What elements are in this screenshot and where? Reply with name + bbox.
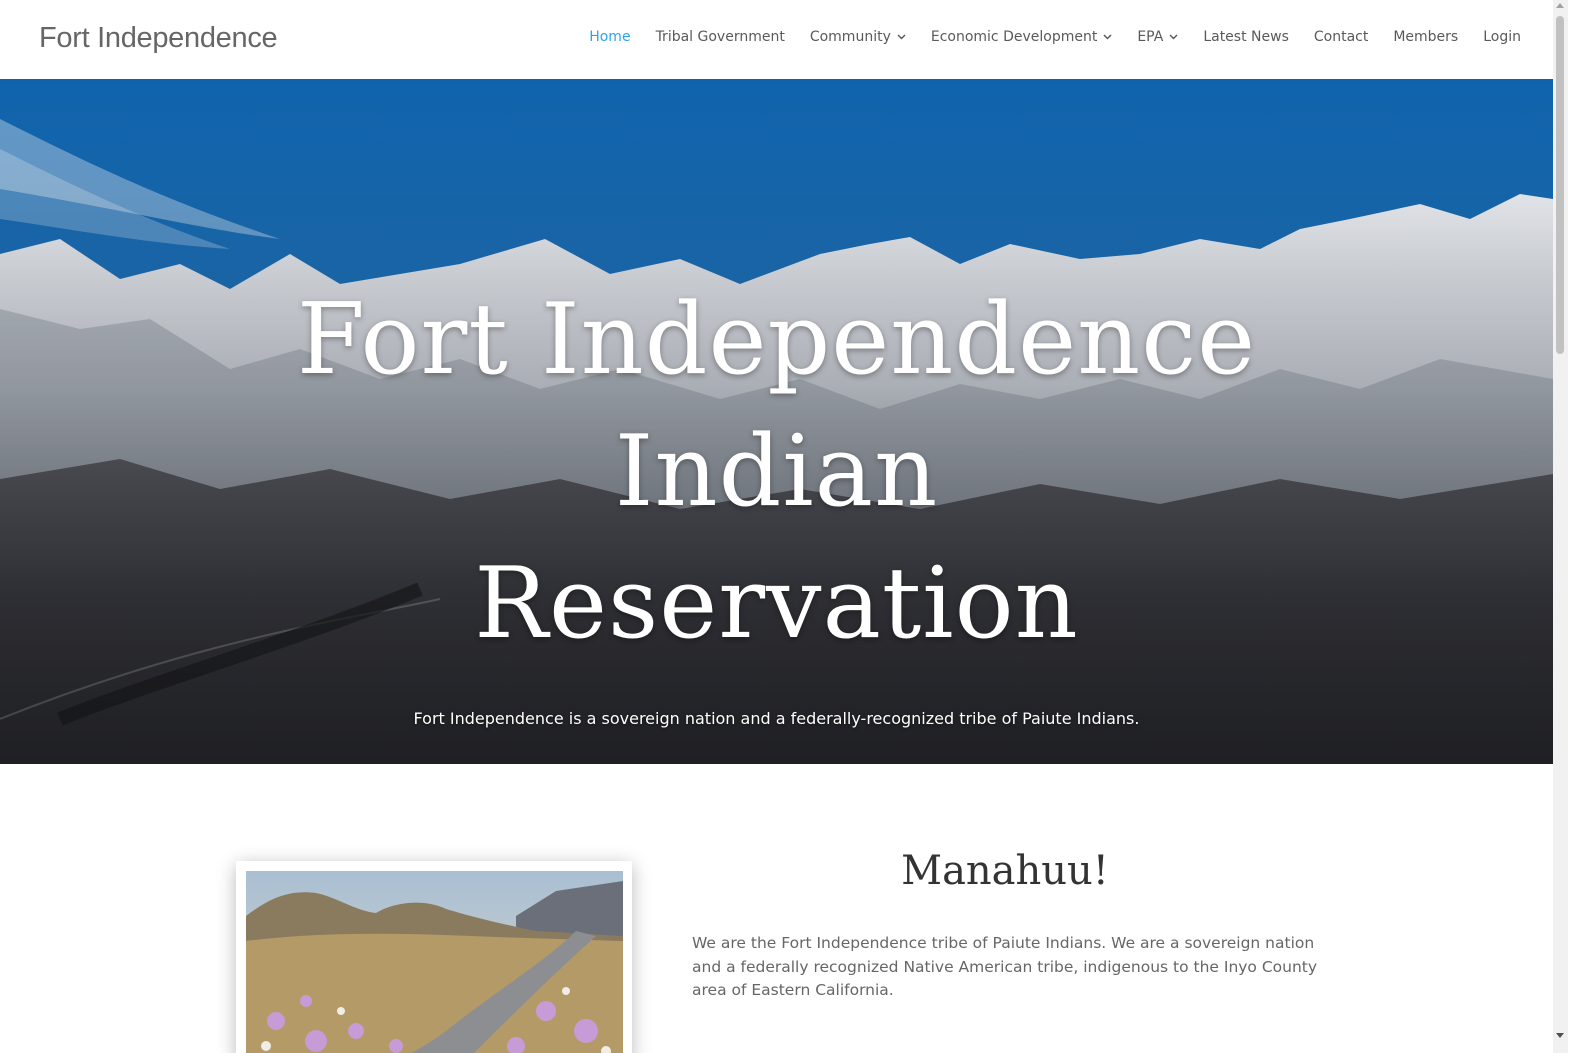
desert-photo-frame (236, 861, 632, 1053)
nav-item-label: Latest News (1203, 29, 1289, 45)
site-header: Fort Independence Home Tribal Government… (0, 0, 1553, 79)
nav-item-contact[interactable]: Contact (1314, 29, 1368, 45)
hero-title-line: Reservation (474, 547, 1079, 661)
nav-item-home[interactable]: Home (589, 29, 630, 45)
scroll-down-arrow-icon[interactable] (1556, 1033, 1564, 1038)
nav-item-latest-news[interactable]: Latest News (1203, 29, 1289, 45)
scroll-up-arrow-icon[interactable] (1556, 3, 1564, 8)
hero-banner: Fort Independence Indian Reservation For… (0, 79, 1553, 764)
hero-title-line: Indian (614, 415, 939, 529)
nav-item-members[interactable]: Members (1393, 29, 1458, 45)
nav-item-label: Home (589, 29, 631, 45)
main-nav: Home Tribal Government Community Economi… (564, 29, 1521, 45)
nav-item-community[interactable]: Community (810, 29, 906, 45)
hero-title-line: Fort Independence (296, 283, 1257, 397)
nav-item-label: Login (1483, 29, 1521, 45)
nav-item-label: Economic Development (930, 29, 1098, 45)
desert-photo (246, 871, 623, 1053)
scroll-thumb[interactable] (1556, 16, 1564, 354)
page-scrollbar[interactable] (1553, 0, 1568, 1053)
nav-item-label: Tribal Government (655, 29, 785, 45)
nav-item-economic-development[interactable]: Economic Development (931, 29, 1112, 45)
site-logo[interactable]: Fort Independence (39, 22, 278, 55)
hero-subtitle: Fort Independence is a sovereign nation … (413, 709, 1140, 728)
nav-item-epa[interactable]: EPA (1137, 29, 1178, 45)
chevron-down-icon (1169, 34, 1178, 40)
nav-item-login[interactable]: Login (1483, 29, 1521, 45)
nav-item-label: Contact (1313, 29, 1369, 45)
chevron-down-icon (897, 34, 906, 40)
intro-text: We are the Fort Independence tribe of Pa… (692, 934, 1318, 999)
nav-item-label: EPA (1137, 29, 1164, 45)
nav-item-label: Members (1393, 29, 1459, 45)
nav-item-tribal-government[interactable]: Tribal Government (656, 29, 785, 45)
hero-title: Fort Independence Indian Reservation (0, 274, 1553, 670)
intro-heading: Manahuu! (901, 848, 1109, 894)
nav-item-label: Community (809, 29, 891, 45)
chevron-down-icon (1103, 34, 1112, 40)
